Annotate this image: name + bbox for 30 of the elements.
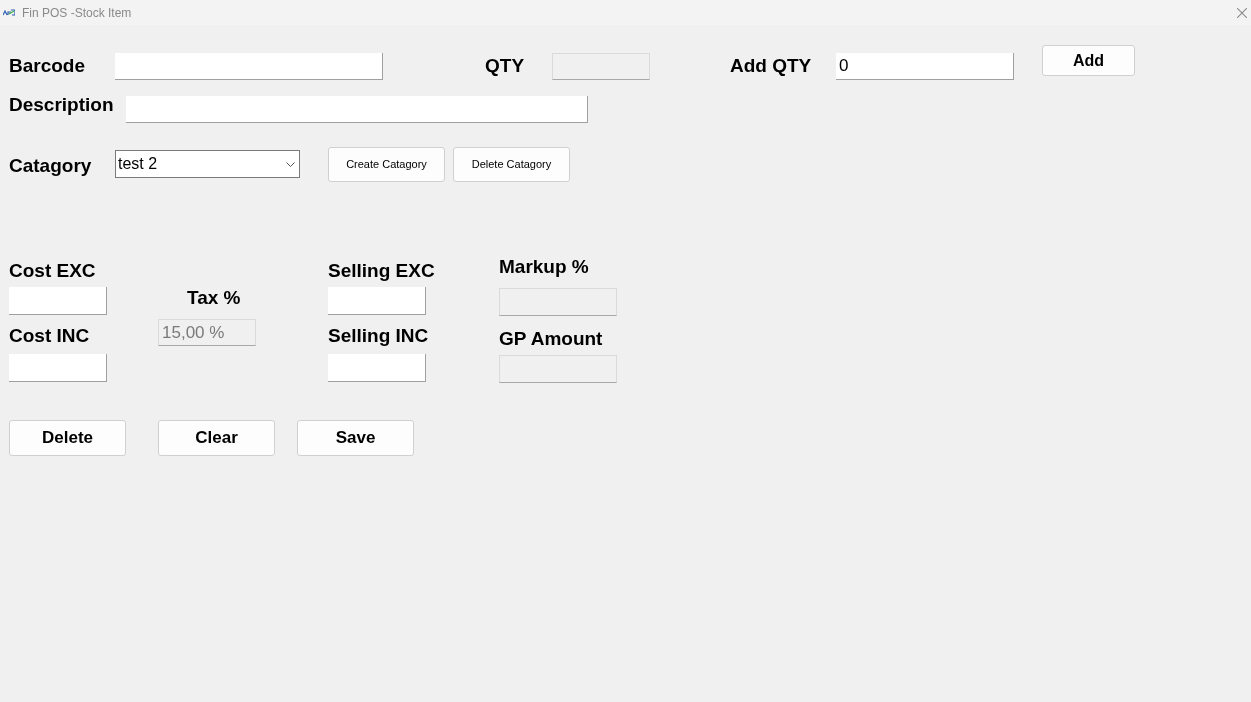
app-icon	[3, 9, 15, 16]
field-label: QTY	[485, 55, 526, 77]
field-label: Selling INC	[328, 325, 429, 347]
input-field[interactable]	[9, 354, 107, 382]
chevron-down-icon	[286, 161, 295, 167]
field-label: Markup %	[499, 256, 589, 278]
input-field[interactable]	[9, 287, 107, 315]
input-field[interactable]	[328, 354, 426, 382]
button[interactable]: Save	[297, 420, 414, 456]
dropdown[interactable]: test 2	[115, 150, 300, 178]
field-label: Catagory	[9, 155, 93, 177]
field-label: Cost EXC	[9, 260, 96, 282]
input-field[interactable]	[126, 96, 588, 123]
field-label: Barcode	[9, 55, 87, 77]
field-label: Add QTY	[730, 55, 813, 77]
button[interactable]: Clear	[158, 420, 275, 456]
button[interactable]: Add	[1042, 45, 1135, 76]
field-label: GP Amount	[499, 328, 603, 350]
button[interactable]: Delete	[9, 420, 126, 456]
field-label: Selling EXC	[328, 260, 435, 282]
field-label: Tax %	[187, 287, 241, 309]
close-icon[interactable]	[1237, 7, 1247, 18]
field-label: Cost INC	[9, 325, 90, 347]
window-title: Fin POS -Stock Item	[22, 4, 132, 21]
field-label: Description	[9, 94, 115, 116]
button[interactable]: Create Catagory	[328, 147, 445, 182]
input-field[interactable]: 0	[836, 53, 1014, 80]
input-field[interactable]	[328, 287, 426, 315]
button[interactable]: Delete Catagory	[453, 147, 570, 182]
input-field[interactable]	[115, 53, 383, 80]
